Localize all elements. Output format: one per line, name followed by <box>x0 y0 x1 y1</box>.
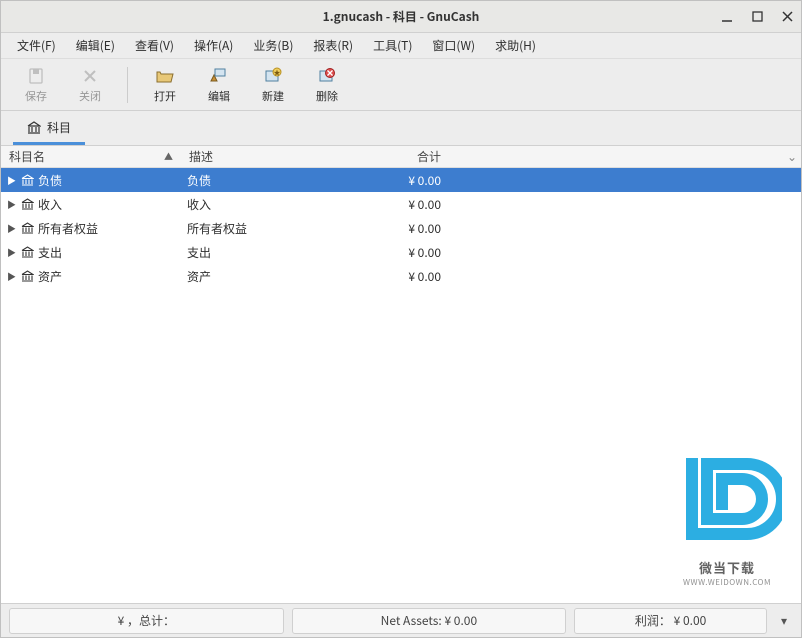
account-desc: 收入 <box>181 196 361 213</box>
menubar: 文件(F) 编辑(E) 查看(V) 操作(A) 业务(B) 报表(R) 工具(T… <box>1 33 801 59</box>
new-button[interactable]: ★ 新建 <box>246 61 300 109</box>
menu-windows[interactable]: 窗口(W) <box>422 33 485 58</box>
menu-reports[interactable]: 报表(R) <box>303 33 363 58</box>
svg-text:★: ★ <box>274 68 281 78</box>
account-name: 收入 <box>38 196 62 213</box>
account-row[interactable]: ▶所有者权益所有者权益¥ 0.00 <box>1 216 801 240</box>
app-window: 1.gnucash - 科目 - GnuCash 文件(F) 编辑(E) 查看(… <box>0 0 802 638</box>
account-name: 负债 <box>38 172 62 189</box>
columns-menu-icon[interactable]: ⌄ <box>787 148 797 165</box>
account-name: 支出 <box>38 244 62 261</box>
account-total: ¥ 0.00 <box>361 220 801 237</box>
accounts-tree[interactable]: ▶负债负债¥ 0.00▶收入收入¥ 0.00▶所有者权益所有者权益¥ 0.00▶… <box>1 168 801 603</box>
bank-icon <box>21 270 34 283</box>
account-desc: 负债 <box>181 172 361 189</box>
account-desc: 所有者权益 <box>181 220 361 237</box>
edit-icon <box>209 66 229 86</box>
delete-button[interactable]: 删除 <box>300 61 354 109</box>
account-row[interactable]: ▶收入收入¥ 0.00 <box>1 192 801 216</box>
menu-actions[interactable]: 操作(A) <box>184 33 243 58</box>
account-name: 所有者权益 <box>38 220 98 237</box>
toolbar: 保存 关闭 打开 编辑 ★ 新建 删除 <box>1 59 801 111</box>
folder-open-icon <box>155 66 175 86</box>
account-total: ¥ 0.00 <box>361 268 801 285</box>
menu-help[interactable]: 求助(H) <box>485 33 546 58</box>
accounts-panel: 科目名 ▲ 描述 合计 ⌄ ▶负债负债¥ 0.00▶收入收入¥ 0.00▶所有者… <box>1 145 801 603</box>
expand-icon[interactable]: ▶ <box>7 246 17 259</box>
status-currency-total: ¥ ，总计： <box>9 608 284 634</box>
column-header-desc[interactable]: 描述 <box>181 148 361 165</box>
new-icon: ★ <box>263 66 283 86</box>
account-desc: 资产 <box>181 268 361 285</box>
tab-accounts[interactable]: 科目 <box>13 111 85 145</box>
titlebar: 1.gnucash - 科目 - GnuCash <box>1 1 801 33</box>
account-name: 资产 <box>38 268 62 285</box>
menu-file[interactable]: 文件(F) <box>7 33 66 58</box>
expand-icon[interactable]: ▶ <box>7 222 17 235</box>
minimize-button[interactable] <box>719 9 735 25</box>
close-icon <box>80 66 100 86</box>
save-button: 保存 <box>9 61 63 109</box>
tabbar: 科目 <box>1 111 801 145</box>
bank-icon <box>27 121 41 135</box>
expand-icon[interactable]: ▶ <box>7 198 17 211</box>
bank-icon <box>21 246 34 259</box>
menu-edit[interactable]: 编辑(E) <box>66 33 125 58</box>
bank-icon <box>21 198 34 211</box>
window-title: 1.gnucash - 科目 - GnuCash <box>323 8 480 25</box>
tab-label: 科目 <box>47 119 71 136</box>
account-row[interactable]: ▶支出支出¥ 0.00 <box>1 240 801 264</box>
account-desc: 支出 <box>181 244 361 261</box>
account-total: ¥ 0.00 <box>361 172 801 189</box>
column-header-total[interactable]: 合计 <box>361 148 801 165</box>
bank-icon <box>21 222 34 235</box>
window-controls <box>719 9 795 25</box>
close-button-toolbar: 关闭 <box>63 61 117 109</box>
toolbar-separator <box>127 67 128 103</box>
open-button[interactable]: 打开 <box>138 61 192 109</box>
maximize-button[interactable] <box>749 9 765 25</box>
menu-business[interactable]: 业务(B) <box>243 33 303 58</box>
expand-icon[interactable]: ▶ <box>7 270 17 283</box>
account-total: ¥ 0.00 <box>361 196 801 213</box>
close-button[interactable] <box>779 9 795 25</box>
expand-icon[interactable]: ▶ <box>7 174 17 187</box>
statusbar: ¥ ，总计： Net Assets: ¥ 0.00 利润： ¥ 0.00 ▾ <box>1 603 801 637</box>
delete-icon <box>317 66 337 86</box>
account-total: ¥ 0.00 <box>361 244 801 261</box>
account-row[interactable]: ▶负债负债¥ 0.00 <box>1 168 801 192</box>
status-dropdown-icon[interactable]: ▾ <box>775 608 793 634</box>
status-profit: 利润： ¥ 0.00 <box>574 608 767 634</box>
menu-view[interactable]: 查看(V) <box>125 33 184 58</box>
edit-button[interactable]: 编辑 <box>192 61 246 109</box>
tree-header: 科目名 ▲ 描述 合计 ⌄ <box>1 146 801 168</box>
sort-asc-icon: ▲ <box>164 150 173 163</box>
save-icon <box>26 66 46 86</box>
bank-icon <box>21 174 34 187</box>
menu-tools[interactable]: 工具(T) <box>363 33 422 58</box>
column-header-name[interactable]: 科目名 ▲ <box>1 148 181 165</box>
status-net-assets: Net Assets: ¥ 0.00 <box>292 608 567 634</box>
account-row[interactable]: ▶资产资产¥ 0.00 <box>1 264 801 288</box>
